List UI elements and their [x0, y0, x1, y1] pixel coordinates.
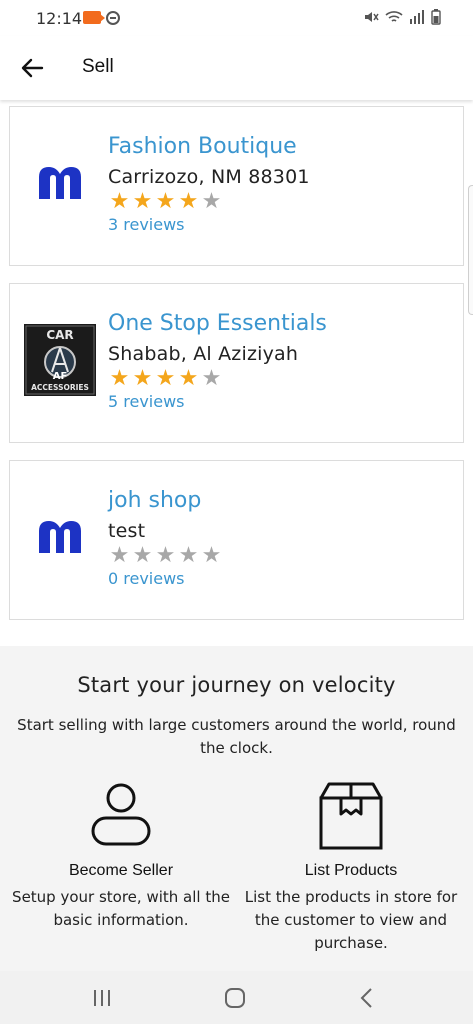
store-name[interactable]: Fashion Boutique	[108, 133, 310, 161]
store-name[interactable]: joh shop	[108, 487, 223, 515]
star-icon: ★	[132, 543, 153, 568]
star-icon: ★	[132, 366, 153, 391]
star-icon: ★	[178, 189, 199, 214]
wifi-icon	[385, 11, 403, 22]
mute-icon	[365, 12, 379, 22]
store-address: test	[108, 520, 146, 542]
battery-icon	[431, 9, 441, 25]
feature-desc: List the products in store for the custo…	[244, 888, 458, 952]
promo-title: Start your journey on velocity	[77, 673, 396, 697]
feature-list-products[interactable]: List Products List the products in store…	[236, 780, 466, 955]
m-logo-icon	[39, 167, 81, 199]
star-icon: ★	[201, 366, 222, 391]
promo-subtitle: Start selling with large customers aroun…	[17, 716, 456, 757]
app-bar: Sell	[0, 36, 473, 100]
home-icon[interactable]	[220, 983, 250, 1013]
store-card[interactable]: joh shop test ★ ★ ★ ★ ★ 0 reviews	[9, 460, 464, 620]
star-icon: ★	[132, 189, 153, 214]
review-count[interactable]: 5 reviews	[108, 392, 327, 411]
user-icon	[91, 783, 151, 846]
store-card[interactable]: Fashion Boutique Carrizozo, NM 88301 ★ ★ ★…	[9, 106, 464, 266]
star-rating: ★ ★ ★ ★ ★	[108, 367, 327, 391]
star-icon: ★	[178, 366, 199, 391]
star-rating: ★ ★ ★ ★ ★	[108, 190, 310, 214]
recording-icon	[83, 11, 105, 24]
feature-title: List Products	[304, 862, 398, 879]
star-icon: ★	[109, 189, 130, 214]
recent-apps-icon[interactable]	[87, 983, 117, 1013]
star-icon: ★	[201, 189, 222, 214]
review-count[interactable]: 0 reviews	[108, 569, 223, 588]
promo-section: Start your journey on velocity Start sel…	[0, 646, 473, 971]
system-nav-bar	[0, 971, 473, 1024]
car-accessories-logo: CAR AF ACCESSORIES	[24, 324, 96, 396]
status-time: 12:14	[36, 9, 83, 28]
store-name[interactable]: One Stop Essentials	[108, 310, 327, 338]
store-card[interactable]: CAR AF ACCESSORIES One Stop Essentials S…	[9, 283, 464, 443]
m-logo-icon	[39, 521, 81, 553]
feature-desc: Setup your store, with all the basic inf…	[12, 888, 230, 929]
store-logo: CAR AF ACCESSORIES	[24, 324, 96, 396]
star-icon: ★	[109, 543, 130, 568]
back-arrow-icon[interactable]	[18, 54, 46, 82]
star-icon: ★	[155, 366, 176, 391]
star-icon: ★	[201, 543, 222, 568]
dnd-icon	[106, 11, 120, 25]
star-icon: ★	[155, 189, 176, 214]
store-address: Shabab, Al Aziziyah	[108, 343, 299, 365]
feature-become-seller[interactable]: Become Seller Setup your store, with all…	[6, 780, 236, 932]
page-title: Sell	[82, 56, 114, 77]
logo-text-af: AF	[53, 371, 68, 382]
star-icon: ★	[178, 543, 199, 568]
signal-icon	[410, 10, 424, 24]
status-bar: 12:14	[0, 0, 473, 36]
logo-text-car: CAR	[46, 328, 73, 342]
store-address: Carrizozo, NM 88301	[108, 166, 310, 188]
scrollbar[interactable]	[468, 185, 473, 315]
star-icon: ★	[109, 366, 130, 391]
system-icons	[363, 9, 441, 25]
feature-title: Become Seller	[68, 862, 174, 879]
store-logo	[24, 501, 96, 573]
star-icon: ★	[155, 543, 176, 568]
review-count[interactable]: 3 reviews	[108, 215, 310, 234]
logo-text-accessories: ACCESSORIES	[31, 383, 89, 392]
star-rating: ★ ★ ★ ★ ★	[108, 544, 223, 568]
box-icon	[319, 782, 383, 850]
store-logo	[24, 147, 96, 219]
nav-back-icon[interactable]	[352, 983, 382, 1013]
